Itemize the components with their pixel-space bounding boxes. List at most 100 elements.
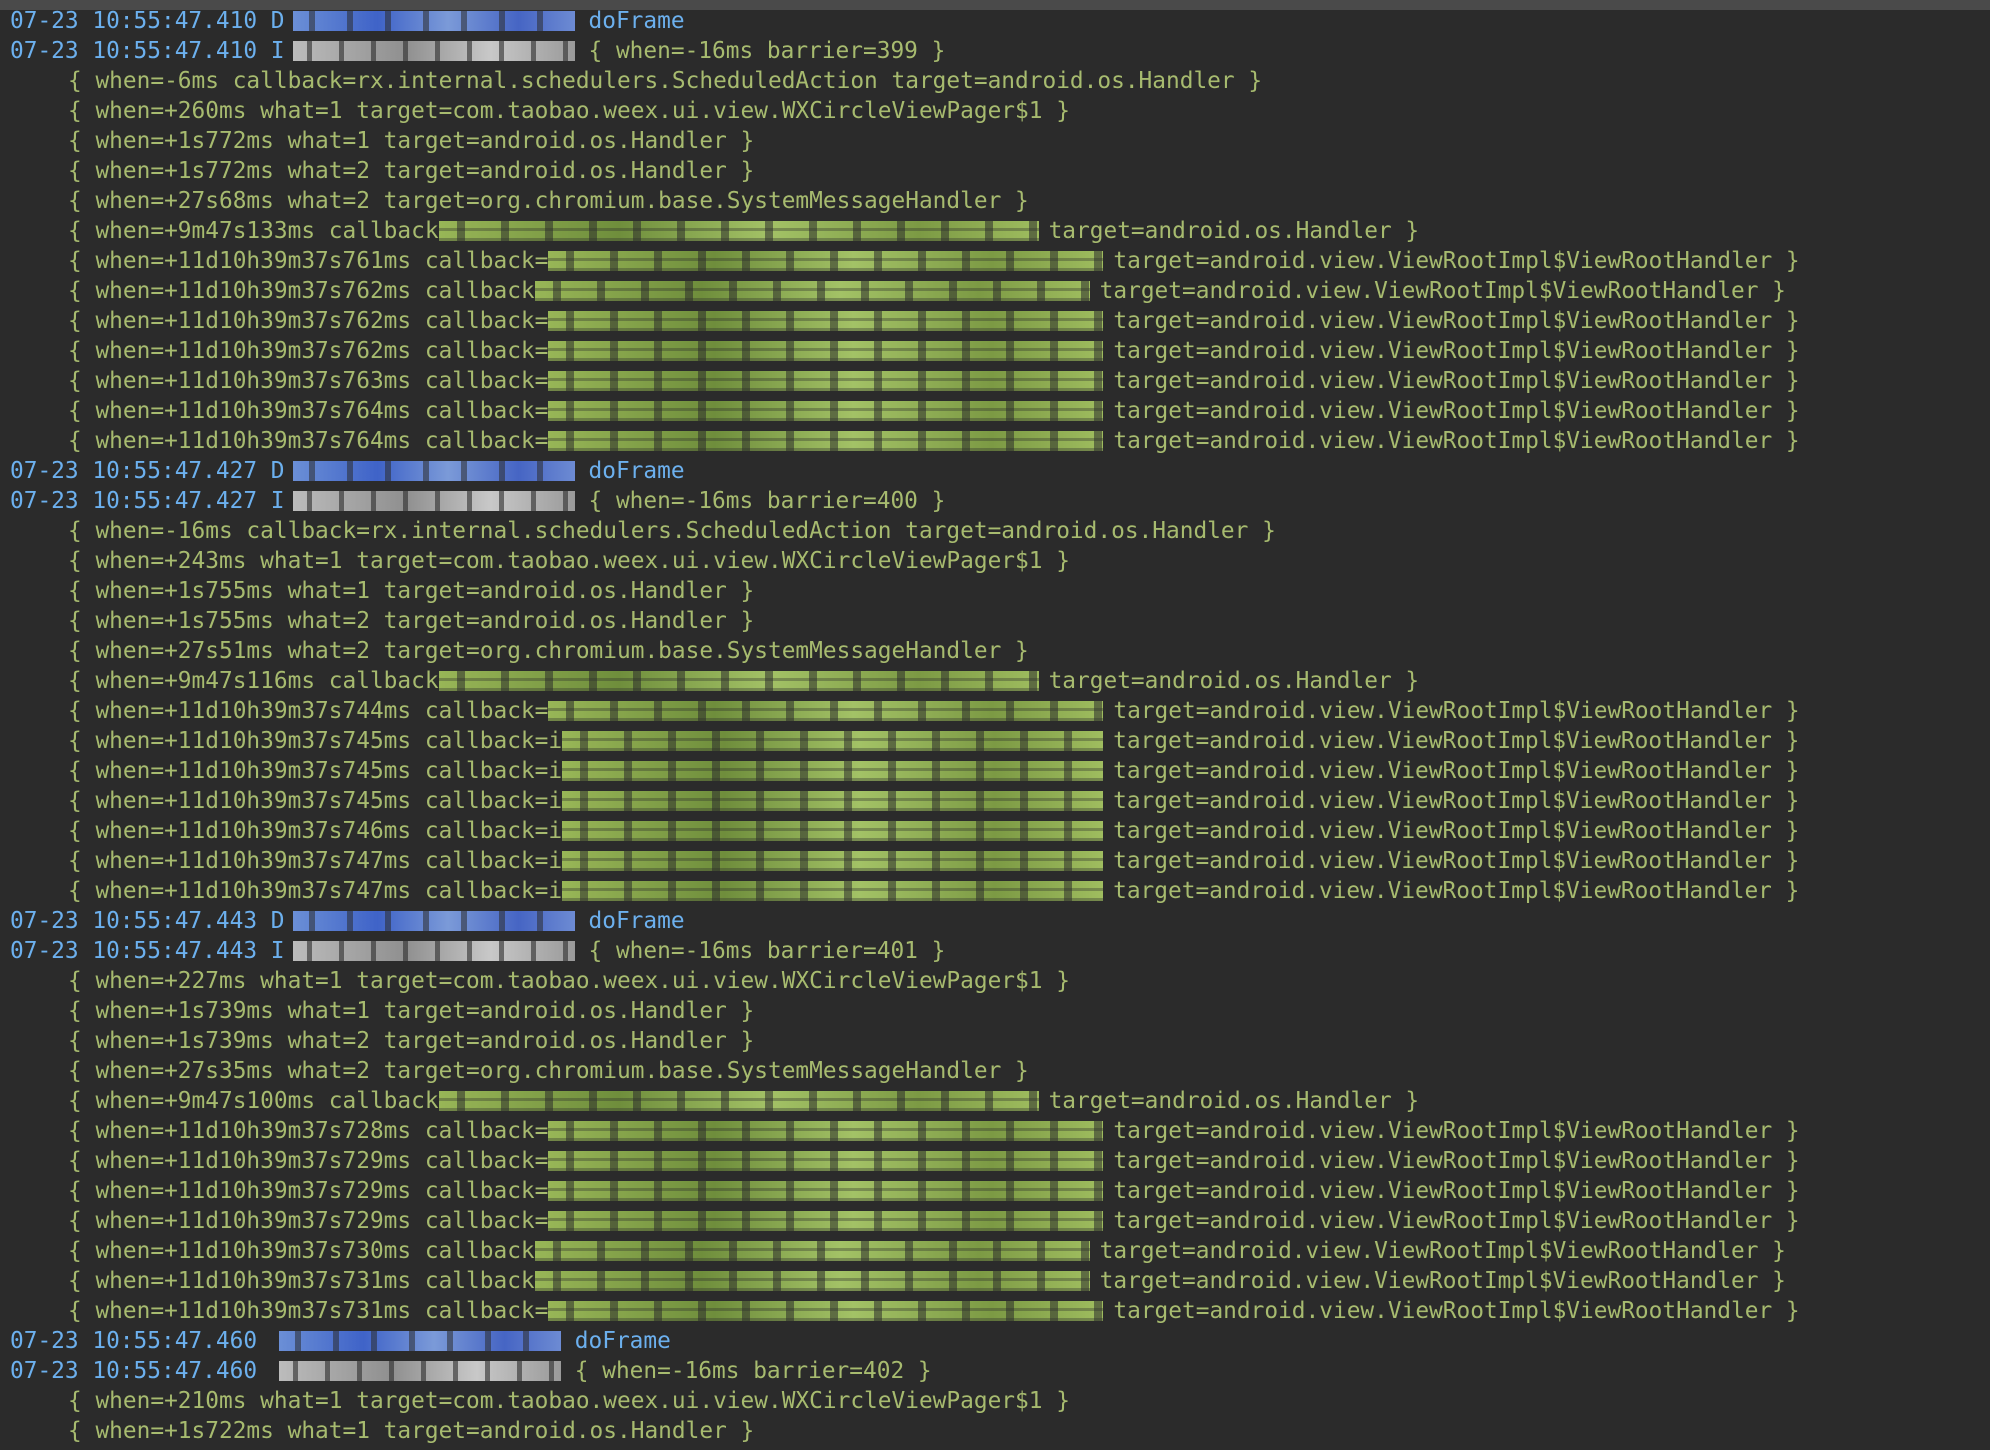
log-line[interactable]: { when=+11d10h39m37s745ms callback=i targ… (68, 756, 1799, 786)
log-line[interactable]: { when=+27s51ms what=2 target=org.chromi… (68, 636, 1029, 666)
log-line[interactable]: { when=+1s755ms what=2 target=android.os… (68, 606, 754, 636)
log-line[interactable]: { when=+11d10h39m37s731ms callback target… (68, 1266, 1786, 1296)
log-line[interactable]: { when=+11d10h39m37s729ms callback= targe… (68, 1146, 1800, 1176)
log-message: { when=-16ms barrier=399 } (588, 38, 946, 64)
log-message: { when=-16ms barrier=400 } (588, 488, 946, 514)
redacted-callback (534, 281, 1090, 301)
log-message-prefix: { when=+11d10h39m37s764ms callback= (68, 398, 549, 424)
log-message: { when=+27s68ms what=2 target=org.chromi… (68, 188, 1029, 214)
log-line[interactable]: { when=+1s755ms what=1 target=android.os… (68, 576, 754, 606)
log-message: doFrame (588, 8, 685, 34)
log-line[interactable]: { when=+11d10h39m37s746ms callback=i targ… (68, 816, 1799, 846)
log-timestamp: 07-23 10:55:47.443 D (10, 908, 285, 934)
log-message-prefix: { when=+11d10h39m37s745ms callback=i (68, 758, 563, 784)
redacted-callback (562, 761, 1104, 781)
log-line[interactable]: { when=+1s772ms what=1 target=android.os… (68, 126, 754, 156)
log-message-prefix: { when=+11d10h39m37s729ms callback= (68, 1148, 549, 1174)
redacted-callback (438, 221, 1039, 241)
redacted-tag (292, 41, 575, 61)
log-message: { when=+260ms what=1 target=com.taobao.w… (68, 98, 1070, 124)
log-message-suffix: target=android.view.ViewRootImpl$ViewRoo… (1113, 428, 1800, 454)
log-line[interactable]: { when=+11d10h39m37s761ms callback= targe… (68, 246, 1800, 276)
log-timestamp: 07-23 10:55:47.427 I (10, 488, 285, 514)
log-line[interactable]: { when=+11d10h39m37s762ms callback= targe… (68, 336, 1800, 366)
log-message-prefix: { when=+11d10h39m37s763ms callback= (68, 368, 549, 394)
log-line[interactable]: { when=+243ms what=1 target=com.taobao.w… (68, 546, 1070, 576)
log-line[interactable]: { when=+11d10h39m37s747ms callback=i targ… (68, 876, 1799, 906)
redacted-callback (562, 731, 1104, 751)
log-line[interactable]: 07-23 10:55:47.410 D doFrame (10, 6, 685, 36)
log-line[interactable]: 07-23 10:55:47.427 D doFrame (10, 456, 685, 486)
redacted-callback (548, 311, 1104, 331)
log-message-suffix: target=android.view.ViewRootImpl$ViewRoo… (1099, 278, 1786, 304)
log-line[interactable]: { when=+1s772ms what=2 target=android.os… (68, 156, 754, 186)
log-line[interactable]: { when=+11d10h39m37s764ms callback= targe… (68, 396, 1800, 426)
log-message-suffix: target=android.os.Handler } (1048, 1088, 1420, 1114)
redacted-callback (548, 251, 1104, 271)
redacted-tag (292, 461, 575, 481)
log-line[interactable]: { when=-16ms callback=rx.internal.schedu… (68, 516, 1276, 546)
log-line[interactable]: { when=+11d10h39m37s745ms callback=i targ… (68, 726, 1799, 756)
log-message-prefix: { when=+11d10h39m37s762ms callback (68, 278, 535, 304)
log-line[interactable]: { when=+9m47s133ms callback target=androi… (68, 216, 1419, 246)
log-line[interactable]: { when=+11d10h39m37s728ms callback= targe… (68, 1116, 1800, 1146)
log-line[interactable]: 07-23 10:55:47.443 I { when=-16ms barrier… (10, 936, 945, 966)
log-message: { when=+27s35ms what=2 target=org.chromi… (68, 1058, 1029, 1084)
log-line[interactable]: { when=+11d10h39m37s731ms callback= targe… (68, 1296, 1800, 1326)
log-line[interactable]: { when=+11d10h39m37s763ms callback= targe… (68, 366, 1800, 396)
log-message: { when=-16ms barrier=402 } (574, 1358, 932, 1384)
log-line[interactable]: 07-23 10:55:47.427 I { when=-16ms barrier… (10, 486, 945, 516)
log-message-prefix: { when=+11d10h39m37s746ms callback=i (68, 818, 563, 844)
log-message: { when=+210ms what=1 target=com.taobao.w… (68, 1388, 1070, 1414)
log-line[interactable]: { when=+27s68ms what=2 target=org.chromi… (68, 186, 1029, 216)
log-message-prefix: { when=+9m47s100ms callback (68, 1088, 439, 1114)
log-line[interactable]: { when=+11d10h39m37s762ms callback= targe… (68, 306, 1800, 336)
log-line[interactable]: { when=+260ms what=1 target=com.taobao.w… (68, 96, 1070, 126)
log-line[interactable]: { when=+11d10h39m37s744ms callback= targe… (68, 696, 1800, 726)
log-line[interactable]: { when=+11d10h39m37s764ms callback= targe… (68, 426, 1800, 456)
log-message-prefix: { when=+11d10h39m37s762ms callback= (68, 338, 549, 364)
log-line[interactable]: { when=+210ms what=1 target=com.taobao.w… (68, 1386, 1070, 1416)
log-message-suffix: target=android.view.ViewRootImpl$ViewRoo… (1113, 788, 1800, 814)
log-line[interactable]: { when=+227ms what=1 target=com.taobao.w… (68, 966, 1070, 996)
log-line[interactable]: { when=+9m47s100ms callback target=androi… (68, 1086, 1419, 1116)
log-timestamp: 07-23 10:55:47.410 D (10, 8, 285, 34)
log-line[interactable]: { when=+11d10h39m37s747ms callback=i targ… (68, 846, 1799, 876)
log-message-suffix: target=android.view.ViewRootImpl$ViewRoo… (1113, 1148, 1800, 1174)
redacted-callback (548, 371, 1104, 391)
log-line[interactable]: { when=+11d10h39m37s745ms callback=i targ… (68, 786, 1799, 816)
log-timestamp: 07-23 10:55:47.427 D (10, 458, 285, 484)
log-line[interactable]: 07-23 10:55:47.443 D doFrame (10, 906, 685, 936)
redacted-callback (548, 401, 1104, 421)
log-message-suffix: target=android.view.ViewRootImpl$ViewRoo… (1113, 1208, 1800, 1234)
log-message-prefix: { when=+11d10h39m37s728ms callback= (68, 1118, 549, 1144)
log-line[interactable]: { when=+11d10h39m37s729ms callback= targe… (68, 1206, 1800, 1236)
log-message: { when=+1s739ms what=2 target=android.os… (68, 1028, 755, 1054)
log-message-prefix: { when=+11d10h39m37s747ms callback=i (68, 848, 563, 874)
log-line[interactable]: { when=+11d10h39m37s729ms callback= targe… (68, 1176, 1800, 1206)
log-message-suffix: target=android.view.ViewRootImpl$ViewRoo… (1113, 398, 1800, 424)
logcat-console[interactable]: 07-23 10:55:47.410 DdoFrame 07-23 10:55:4… (0, 0, 1990, 1450)
log-line[interactable]: 07-23 10:55:47.410 I { when=-16ms barrier… (10, 36, 945, 66)
log-message-suffix: target=android.view.ViewRootImpl$ViewRoo… (1113, 368, 1800, 394)
log-message-suffix: target=android.view.ViewRootImpl$ViewRoo… (1113, 1118, 1800, 1144)
log-line[interactable]: 07-23 10:55:47.460 { when=-16ms barrier=… (10, 1356, 932, 1386)
redacted-callback (548, 1121, 1104, 1141)
log-line[interactable]: { when=+1s739ms what=1 target=android.os… (68, 996, 754, 1026)
log-line[interactable]: { when=+27s35ms what=2 target=org.chromi… (68, 1056, 1029, 1086)
log-line[interactable]: { when=+1s739ms what=2 target=android.os… (68, 1026, 754, 1056)
log-message-suffix: target=android.view.ViewRootImpl$ViewRoo… (1113, 338, 1800, 364)
log-message: { when=+1s722ms what=1 target=android.os… (68, 1418, 755, 1444)
log-line[interactable]: { when=-6ms callback=rx.internal.schedul… (68, 66, 1262, 96)
log-line[interactable]: { when=+11d10h39m37s762ms callback target… (68, 276, 1786, 306)
log-message-suffix: target=android.view.ViewRootImpl$ViewRoo… (1113, 728, 1800, 754)
log-line[interactable]: { when=+1s722ms what=1 target=android.os… (68, 1416, 754, 1446)
redacted-callback (562, 881, 1104, 901)
log-line[interactable]: { when=+11d10h39m37s730ms callback target… (68, 1236, 1786, 1266)
log-message-suffix: target=android.view.ViewRootImpl$ViewRoo… (1113, 308, 1800, 334)
log-line[interactable]: 07-23 10:55:47.460 doFrame (10, 1326, 671, 1356)
redacted-tag (278, 1361, 561, 1381)
log-line[interactable]: { when=+9m47s116ms callback target=androi… (68, 666, 1419, 696)
log-message-suffix: target=android.view.ViewRootImpl$ViewRoo… (1099, 1238, 1786, 1264)
log-message-suffix: target=android.view.ViewRootImpl$ViewRoo… (1113, 878, 1800, 904)
